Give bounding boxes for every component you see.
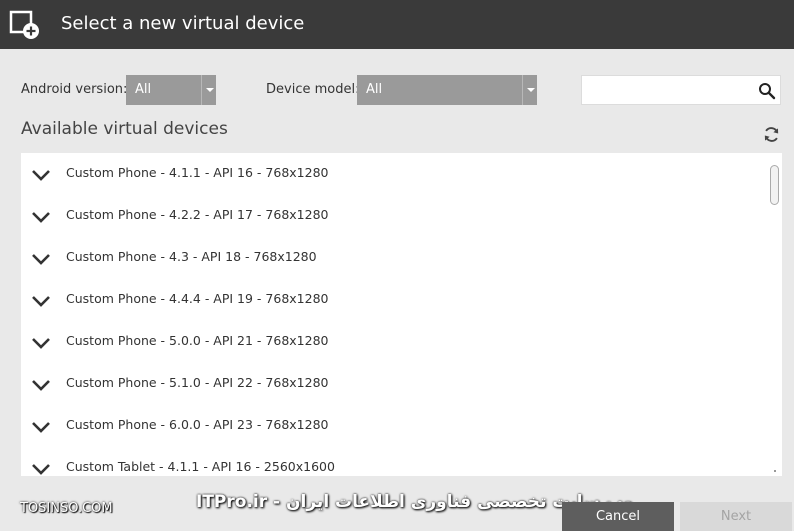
refresh-icon[interactable] [762,125,781,144]
chevron-down-icon[interactable] [31,211,51,223]
device-name: Custom Phone - 5.1.0 - API 22 - 768x1280 [66,375,329,390]
chevron-down-icon[interactable] [31,169,51,181]
chevron-down-icon[interactable] [31,421,51,433]
android-version-value: All [135,82,152,97]
device-name: Custom Phone - 4.4.4 - API 19 - 768x1280 [66,291,329,306]
device-name: Custom Phone - 6.0.0 - API 23 - 768x1280 [66,417,329,432]
cancel-button[interactable]: Cancel [562,502,674,531]
scrollbar-thumb[interactable] [770,165,779,205]
watermark-left: TOSINSO.COM [20,501,113,516]
chevron-down-icon[interactable] [31,295,51,307]
chevron-down-icon[interactable] [31,337,51,349]
device-list-item[interactable]: Custom Phone - 5.1.0 - API 22 - 768x1280 [21,363,766,405]
device-model-value: All [366,82,383,97]
search-icon[interactable] [758,82,776,100]
device-name: Custom Phone - 5.0.0 - API 21 - 768x1280 [66,333,329,348]
device-model-label: Device model: [266,82,360,97]
device-model-select[interactable]: All [357,75,537,105]
device-list-scrollbar[interactable] [766,153,782,476]
device-model-dropdown-arrow[interactable] [522,75,537,105]
chevron-down-icon[interactable] [31,253,51,265]
device-name: Custom Phone - 4.2.2 - API 17 - 768x1280 [66,207,329,222]
next-button[interactable]: Next [680,502,792,531]
device-list-item[interactable]: Custom Phone - 5.0.0 - API 21 - 768x1280 [21,321,766,363]
device-list-item[interactable]: Custom Phone - 4.1.1 - API 16 - 768x1280 [21,153,766,195]
device-name: Custom Tablet - 4.1.1 - API 16 - 2560x16… [66,459,335,474]
android-version-label: Android version: [21,82,128,97]
scrollbar-end-marker [774,470,776,472]
search-input[interactable] [581,75,781,105]
device-list-item[interactable]: Custom Phone - 6.0.0 - API 23 - 768x1280 [21,405,766,447]
chevron-down-icon[interactable] [31,379,51,391]
chevron-down-icon [527,88,535,92]
device-list-item[interactable]: Custom Tablet - 4.1.1 - API 16 - 2560x16… [21,447,766,476]
add-device-icon [9,10,39,39]
device-list-item[interactable]: Custom Phone - 4.2.2 - API 17 - 768x1280 [21,195,766,237]
android-version-dropdown-arrow[interactable] [201,75,216,105]
available-devices-heading: Available virtual devices [21,119,228,139]
device-list-item[interactable]: Custom Phone - 4.4.4 - API 19 - 768x1280 [21,279,766,321]
device-name: Custom Phone - 4.1.1 - API 16 - 768x1280 [66,165,329,180]
android-version-select[interactable]: All [126,75,216,105]
device-name: Custom Phone - 4.3 - API 18 - 768x1280 [66,249,317,264]
dialog-title: Select a new virtual device [61,13,305,34]
chevron-down-icon [206,88,214,92]
chevron-down-icon[interactable] [31,463,51,475]
device-list: Custom Phone - 4.1.1 - API 16 - 768x1280… [21,153,782,476]
dialog-titlebar: Select a new virtual device [0,0,794,49]
device-list-item[interactable]: Custom Phone - 4.3 - API 18 - 768x1280 [21,237,766,279]
